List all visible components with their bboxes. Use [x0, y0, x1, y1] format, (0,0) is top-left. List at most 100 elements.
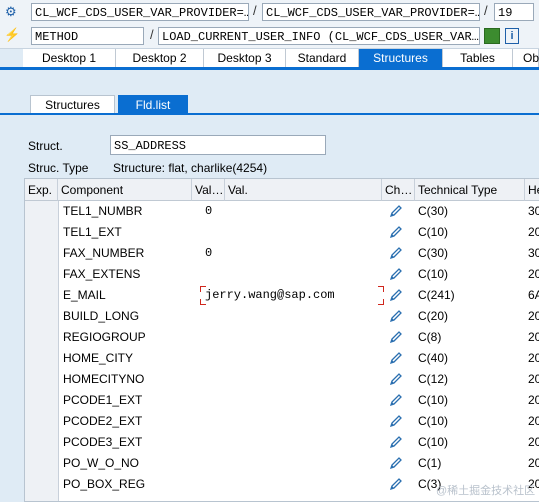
table-row[interactable]: FAX_NUMBER 0 C(30) 30: [25, 243, 539, 264]
tab-tables[interactable]: Tables: [443, 49, 513, 67]
component-cell: PCODE3_EXT: [63, 435, 143, 449]
edit-pencil-icon[interactable]: [389, 288, 403, 302]
struct-input[interactable]: SS_ADDRESS: [110, 135, 326, 155]
table-row[interactable]: REGIOGROUP C(8) 20: [25, 327, 539, 348]
navigate-icon[interactable]: [484, 28, 500, 44]
component-cell: PO_BOX_REG: [63, 477, 146, 491]
edit-pencil-icon[interactable]: [389, 456, 403, 470]
field-list-table: Exp. Component Val… Val. Ch… Technical T…: [24, 178, 539, 502]
tab-desktop-3[interactable]: Desktop 3: [204, 49, 286, 67]
component-cell: TEL1_EXT: [63, 225, 122, 239]
he-cell: 20: [528, 456, 539, 470]
table-row[interactable]: PCODE1_EXT C(10) 20: [25, 390, 539, 411]
value-cell[interactable]: 0: [205, 243, 212, 264]
he-cell: 20: [528, 435, 539, 449]
separator-slash: /: [484, 3, 488, 18]
separator-slash: /: [150, 27, 154, 42]
struct-type-label: Struc. Type: [28, 161, 89, 175]
tab-desktop-2[interactable]: Desktop 2: [116, 49, 204, 67]
technical-type-cell: C(10): [418, 393, 449, 407]
col-header-exp[interactable]: Exp.: [25, 179, 58, 201]
technical-type-cell: C(1): [418, 456, 442, 470]
line-number-field[interactable]: 19: [494, 3, 534, 21]
col-header-change[interactable]: Ch…: [382, 179, 415, 201]
class-icon: ⚙: [5, 4, 17, 19]
edit-pencil-icon[interactable]: [389, 246, 403, 260]
table-row[interactable]: TEL1_NUMBR 0 C(30) 30: [25, 201, 539, 222]
edit-pencil-icon[interactable]: [389, 204, 403, 218]
table-row[interactable]: HOME_CITY C(40) 20: [25, 348, 539, 369]
he-cell: 20: [528, 414, 539, 428]
info-icon[interactable]: i: [505, 28, 519, 44]
tab-desktop-1[interactable]: Desktop 1: [23, 49, 116, 67]
edit-pencil-icon[interactable]: [389, 330, 403, 344]
technical-type-cell: C(241): [418, 288, 455, 302]
edit-pencil-icon[interactable]: [389, 393, 403, 407]
edit-pencil-icon[interactable]: [389, 309, 403, 323]
table-row[interactable]: PCODE3_EXT C(10) 20: [25, 432, 539, 453]
table-row[interactable]: HOMECITYNO C(12) 20: [25, 369, 539, 390]
col-header-value[interactable]: Val.: [225, 179, 382, 201]
technical-type-cell: C(30): [418, 204, 449, 218]
he-cell: 30: [528, 246, 539, 260]
component-cell: PCODE2_EXT: [63, 414, 143, 428]
method-name-field[interactable]: LOAD_CURRENT_USER_INFO (CL_WCF_CDS_USER_…: [158, 27, 480, 45]
class-name-field-2[interactable]: CL_WCF_CDS_USER_VAR_PROVIDER=…: [262, 3, 480, 21]
table-row[interactable]: PCODE2_EXT C(10) 20: [25, 411, 539, 432]
component-cell: FAX_EXTENS: [63, 267, 141, 281]
toolbar-row-1: ⚙ CL_WCF_CDS_USER_VAR_PROVIDER=… / CL_WC…: [0, 0, 539, 25]
struct-type-value: Structure: flat, charlike(4254): [113, 161, 268, 175]
method-kind-field[interactable]: METHOD: [31, 27, 144, 45]
component-cell: HOME_CITY: [63, 351, 134, 365]
component-cell: PCODE1_EXT: [63, 393, 143, 407]
table-row[interactable]: TEL1_EXT C(10) 20: [25, 222, 539, 243]
he-cell: 20: [528, 372, 539, 386]
edit-pencil-icon[interactable]: [389, 372, 403, 386]
technical-type-cell: C(10): [418, 267, 449, 281]
subtab-structures[interactable]: Structures: [30, 95, 115, 113]
col-header-technical-type[interactable]: Technical Type: [415, 179, 525, 201]
tab-standard[interactable]: Standard: [286, 49, 359, 67]
he-cell: 20: [528, 267, 539, 281]
edit-pencil-icon[interactable]: [389, 225, 403, 239]
technical-type-cell: C(12): [418, 372, 449, 386]
col-header-component[interactable]: Component: [58, 179, 192, 201]
edit-pencil-icon[interactable]: [389, 351, 403, 365]
col-header-he[interactable]: He: [525, 179, 539, 201]
component-cell: BUILD_LONG: [63, 309, 140, 323]
subtab-field-list[interactable]: Fld.list: [118, 95, 188, 113]
he-cell: 20: [528, 330, 539, 344]
value-cell[interactable]: 0: [205, 201, 212, 222]
table-row[interactable]: E_MAILjerry.wang@sap.comC(241)6A: [25, 285, 539, 306]
class-name-field[interactable]: CL_WCF_CDS_USER_VAR_PROVIDER=…: [31, 3, 249, 21]
technical-type-cell: C(30): [418, 246, 449, 260]
edit-pencil-icon[interactable]: [389, 477, 403, 491]
he-cell: 20: [528, 225, 539, 239]
he-cell: 20: [528, 351, 539, 365]
technical-type-cell: C(20): [418, 309, 449, 323]
component-cell: FAX_NUMBER: [63, 246, 145, 260]
table-row[interactable]: FAX_EXTENS C(10) 20: [25, 264, 539, 285]
table-row[interactable]: BUILD_LONG C(20) 20: [25, 306, 539, 327]
toolbar-row-2: ⚡ METHOD / LOAD_CURRENT_USER_INFO (CL_WC…: [0, 24, 539, 49]
component-cell: E_MAIL: [63, 288, 106, 302]
edit-pencil-icon[interactable]: [389, 267, 403, 281]
he-cell: 6A: [528, 288, 539, 302]
technical-type-cell: C(10): [418, 225, 449, 239]
he-cell: 20: [528, 393, 539, 407]
edit-pencil-icon[interactable]: [389, 414, 403, 428]
technical-type-cell: C(8): [418, 330, 442, 344]
separator-slash: /: [253, 3, 257, 18]
tab-objects[interactable]: Ob: [513, 49, 539, 67]
col-header-valtype[interactable]: Val…: [192, 179, 225, 201]
main-tabstrip: Desktop 1 Desktop 2 Desktop 3 Standard S…: [0, 49, 539, 70]
edit-pencil-icon[interactable]: [389, 435, 403, 449]
component-cell: REGIOGROUP: [63, 330, 146, 344]
technical-type-cell: C(10): [418, 414, 449, 428]
watermark: @稀土掘金技术社区: [436, 485, 536, 497]
technical-type-cell: C(40): [418, 351, 449, 365]
sub-tabstrip: Structures Fld.list: [0, 95, 539, 115]
method-icon: ⚡: [4, 27, 21, 42]
table-row[interactable]: PO_W_O_NO C(1) 20: [25, 453, 539, 474]
tab-structures[interactable]: Structures: [359, 49, 443, 67]
